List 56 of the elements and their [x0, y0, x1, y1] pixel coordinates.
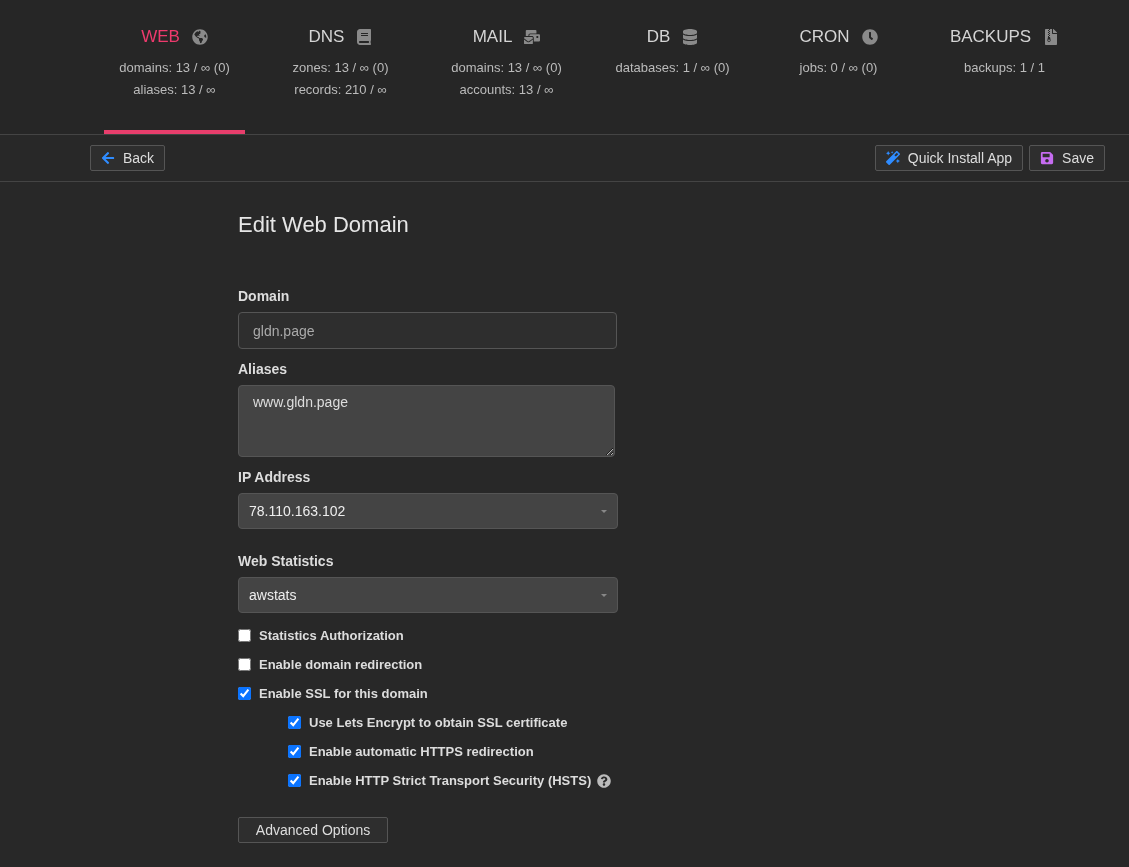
- nav-tab[interactable]: BACKUPS backups: 1 / 1: [934, 0, 1075, 134]
- tab-stat: aliases: 13 / ∞: [133, 81, 216, 99]
- field-label: Aliases: [238, 361, 289, 377]
- checkbox-label: Enable SSL for this domain: [259, 686, 428, 701]
- book-icon: [356, 29, 373, 45]
- checkbox-label: Statistics Authorization: [259, 628, 404, 643]
- tab-stat: domains: 13 / ∞ (0): [451, 59, 562, 77]
- back-button[interactable]: Back: [90, 145, 166, 171]
- checkbox[interactable]: [238, 658, 251, 671]
- save-button[interactable]: Save: [1029, 145, 1105, 171]
- textarea-field[interactable]: www.gldn.page: [238, 385, 615, 457]
- nav-tab[interactable]: DB databases: 1 / ∞ (0): [602, 0, 743, 134]
- checkbox-label: Use Lets Encrypt to obtain SSL certificate: [309, 715, 568, 730]
- checkbox[interactable]: [288, 745, 301, 758]
- tab-stat: zones: 13 / ∞ (0): [292, 59, 389, 77]
- tab-stat: backups: 1 / 1: [964, 59, 1045, 77]
- envelopes-icon: [524, 29, 541, 45]
- checkbox-label: Enable domain redirection: [259, 657, 423, 672]
- nav-tab[interactable]: MAIL domains: 13 / ∞ (0) accounts: 13 / ∞: [436, 0, 577, 134]
- tab-label: DB: [646, 27, 671, 47]
- nav-tab[interactable]: DNS zones: 13 / ∞ (0) records: 210 / ∞: [270, 0, 411, 134]
- magic-wand-icon: [885, 151, 900, 165]
- field-label: Domain: [238, 288, 291, 304]
- nav-tab[interactable]: CRON jobs: 0 / ∞ (0): [768, 0, 909, 134]
- checkbox[interactable]: [288, 716, 301, 729]
- input-field[interactable]: gldn.page: [238, 312, 617, 349]
- tab-label: BACKUPS: [949, 27, 1032, 47]
- tab-label: DNS: [308, 27, 345, 47]
- checkbox-label: Enable HTTP Strict Transport Security (HSTS): [309, 773, 592, 788]
- advanced-options-button[interactable]: Advanced Options: [238, 817, 388, 843]
- tab-label: WEB: [141, 27, 180, 47]
- globe-icon: [191, 29, 208, 45]
- field-label: Web Statistics: [238, 553, 335, 569]
- save-icon: [1040, 151, 1055, 165]
- tab-stat: databases: 1 / ∞ (0): [615, 59, 730, 77]
- tab-stat: domains: 13 / ∞ (0): [119, 59, 230, 77]
- quick-install-button[interactable]: Quick Install App: [874, 145, 1024, 171]
- checkbox[interactable]: [238, 629, 251, 642]
- help-icon[interactable]: [597, 773, 612, 788]
- tab-stat: records: 210 / ∞: [294, 81, 387, 99]
- nav-tab[interactable]: WEB domains: 13 / ∞ (0) aliases: 13 / ∞: [104, 0, 245, 134]
- checkbox[interactable]: [288, 774, 301, 787]
- database-icon: [682, 29, 699, 45]
- clock-icon: [861, 29, 878, 45]
- checkbox-label: Enable automatic HTTPS redirection: [309, 744, 534, 759]
- select-field[interactable]: 78.110.163.102: [238, 493, 618, 529]
- tab-label: MAIL: [472, 27, 513, 47]
- select-field[interactable]: awstats: [238, 577, 618, 613]
- arrow-left-icon: [101, 151, 115, 165]
- page-title: Edit Web Domain: [238, 212, 410, 238]
- tab-label: CRON: [799, 27, 850, 47]
- field-label: IP Address: [238, 469, 312, 485]
- checkbox[interactable]: [238, 687, 251, 700]
- zip-file-icon: [1043, 29, 1060, 45]
- tab-stat: jobs: 0 / ∞ (0): [799, 59, 878, 77]
- tab-stat: accounts: 13 / ∞: [459, 81, 554, 99]
